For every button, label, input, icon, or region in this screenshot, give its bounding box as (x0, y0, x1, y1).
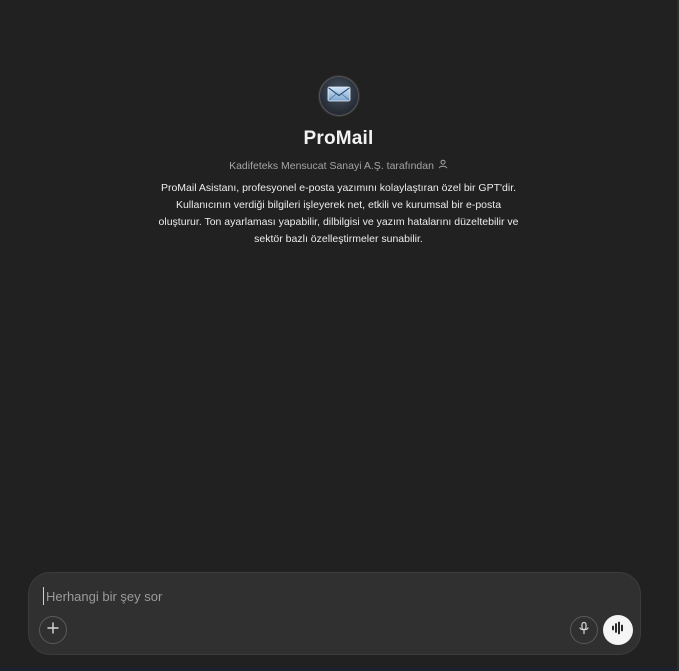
microphone-icon (577, 621, 591, 640)
chat-window: ProMail Kadifeteks Mensucat Sanayi A.Ş. … (0, 0, 679, 671)
gpt-author-label: Kadifeteks Mensucat Sanayi A.Ş. tarafınd… (229, 159, 434, 172)
prompt-input[interactable] (43, 587, 566, 605)
envelope-icon (327, 85, 351, 108)
gpt-intro: ProMail Kadifeteks Mensucat Sanayi A.Ş. … (0, 76, 677, 248)
voice-waveform-icon (610, 621, 626, 640)
gpt-name: ProMail (303, 128, 374, 149)
plus-icon (46, 621, 60, 640)
voice-mode-button[interactable] (603, 615, 633, 645)
dictate-button[interactable] (570, 616, 598, 644)
message-composer (28, 572, 641, 655)
gpt-avatar (318, 76, 359, 116)
gpt-description: ProMail Asistanı, profesyonel e-posta ya… (158, 182, 519, 245)
gpt-author: Kadifeteks Mensucat Sanayi A.Ş. tarafınd… (229, 159, 448, 172)
add-attachment-button[interactable] (39, 616, 67, 644)
person-icon[interactable] (438, 159, 448, 172)
